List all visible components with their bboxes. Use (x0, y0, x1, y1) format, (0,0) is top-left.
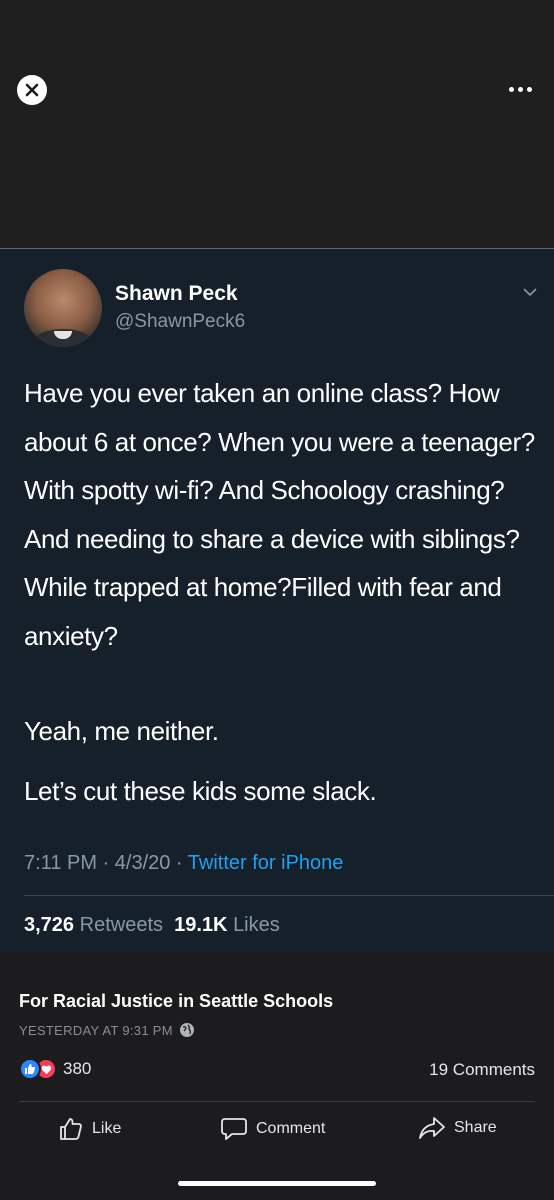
thumbs-up-icon (25, 1064, 36, 1074)
globe-icon (179, 1023, 194, 1037)
tweet-stats: 3,726 Retweets 19.1K Likes (24, 914, 280, 937)
thumbs-up-icon (60, 1118, 82, 1140)
tweet-author-handle: @ShawnPeck6 (115, 311, 246, 332)
more-options-button[interactable] (509, 82, 537, 96)
retweets-label: Retweets (79, 914, 163, 936)
likes-label: Likes (233, 914, 280, 936)
likes-count: 19.1K (174, 914, 228, 936)
retweets-count: 3,726 (24, 914, 75, 936)
tweet-author-name: Shawn Peck (115, 282, 238, 305)
divider (19, 1101, 535, 1102)
share-icon (419, 1117, 445, 1139)
heart-icon (41, 1065, 51, 1074)
reaction-count: 380 (63, 1059, 92, 1078)
close-icon (25, 83, 39, 97)
reactions-summary[interactable]: 380 (19, 1058, 91, 1080)
post-timestamp[interactable]: YESTERDAY AT 9:31 PM (19, 1022, 195, 1038)
tweet-image[interactable]: Shawn Peck @ShawnPeck6 Have you ever tak… (0, 249, 554, 952)
tweet-text-line: Yeah, me neither. (24, 716, 219, 746)
tweet-text-line: Let’s cut these kids some slack. (24, 776, 377, 806)
avatar (24, 269, 102, 347)
comments-count-link[interactable]: 19 Comments (429, 1060, 535, 1080)
like-button[interactable]: Like (58, 1116, 121, 1142)
share-label: Share (454, 1119, 497, 1136)
close-button[interactable] (17, 75, 47, 105)
like-label: Like (92, 1120, 122, 1137)
tweet-meta: 7:11 PM · 4/3/20 · Twitter for iPhone (24, 852, 343, 875)
comment-label: Comment (256, 1120, 326, 1137)
like-reaction-icon (19, 1058, 41, 1080)
post-footer: For Racial Justice in Seattle Schools YE… (0, 952, 554, 1200)
chevron-down-icon (523, 288, 537, 297)
comment-button[interactable]: Comment (220, 1116, 325, 1142)
share-button[interactable]: Share (418, 1116, 497, 1140)
divider (24, 895, 554, 896)
home-indicator[interactable] (178, 1181, 376, 1186)
tweet-text: Have you ever taken an online class? How… (24, 378, 535, 651)
more-icon (509, 86, 514, 92)
post-time-text: YESTERDAY AT 9:31 PM (19, 1022, 173, 1038)
tweet-source: Twitter for iPhone (187, 852, 344, 874)
tweet-time: 7:11 PM · 4/3/20 · (24, 852, 188, 874)
comment-icon (221, 1118, 247, 1140)
viewer-top-bar (0, 0, 554, 248)
group-name-link[interactable]: For Racial Justice in Seattle Schools (19, 991, 333, 1012)
